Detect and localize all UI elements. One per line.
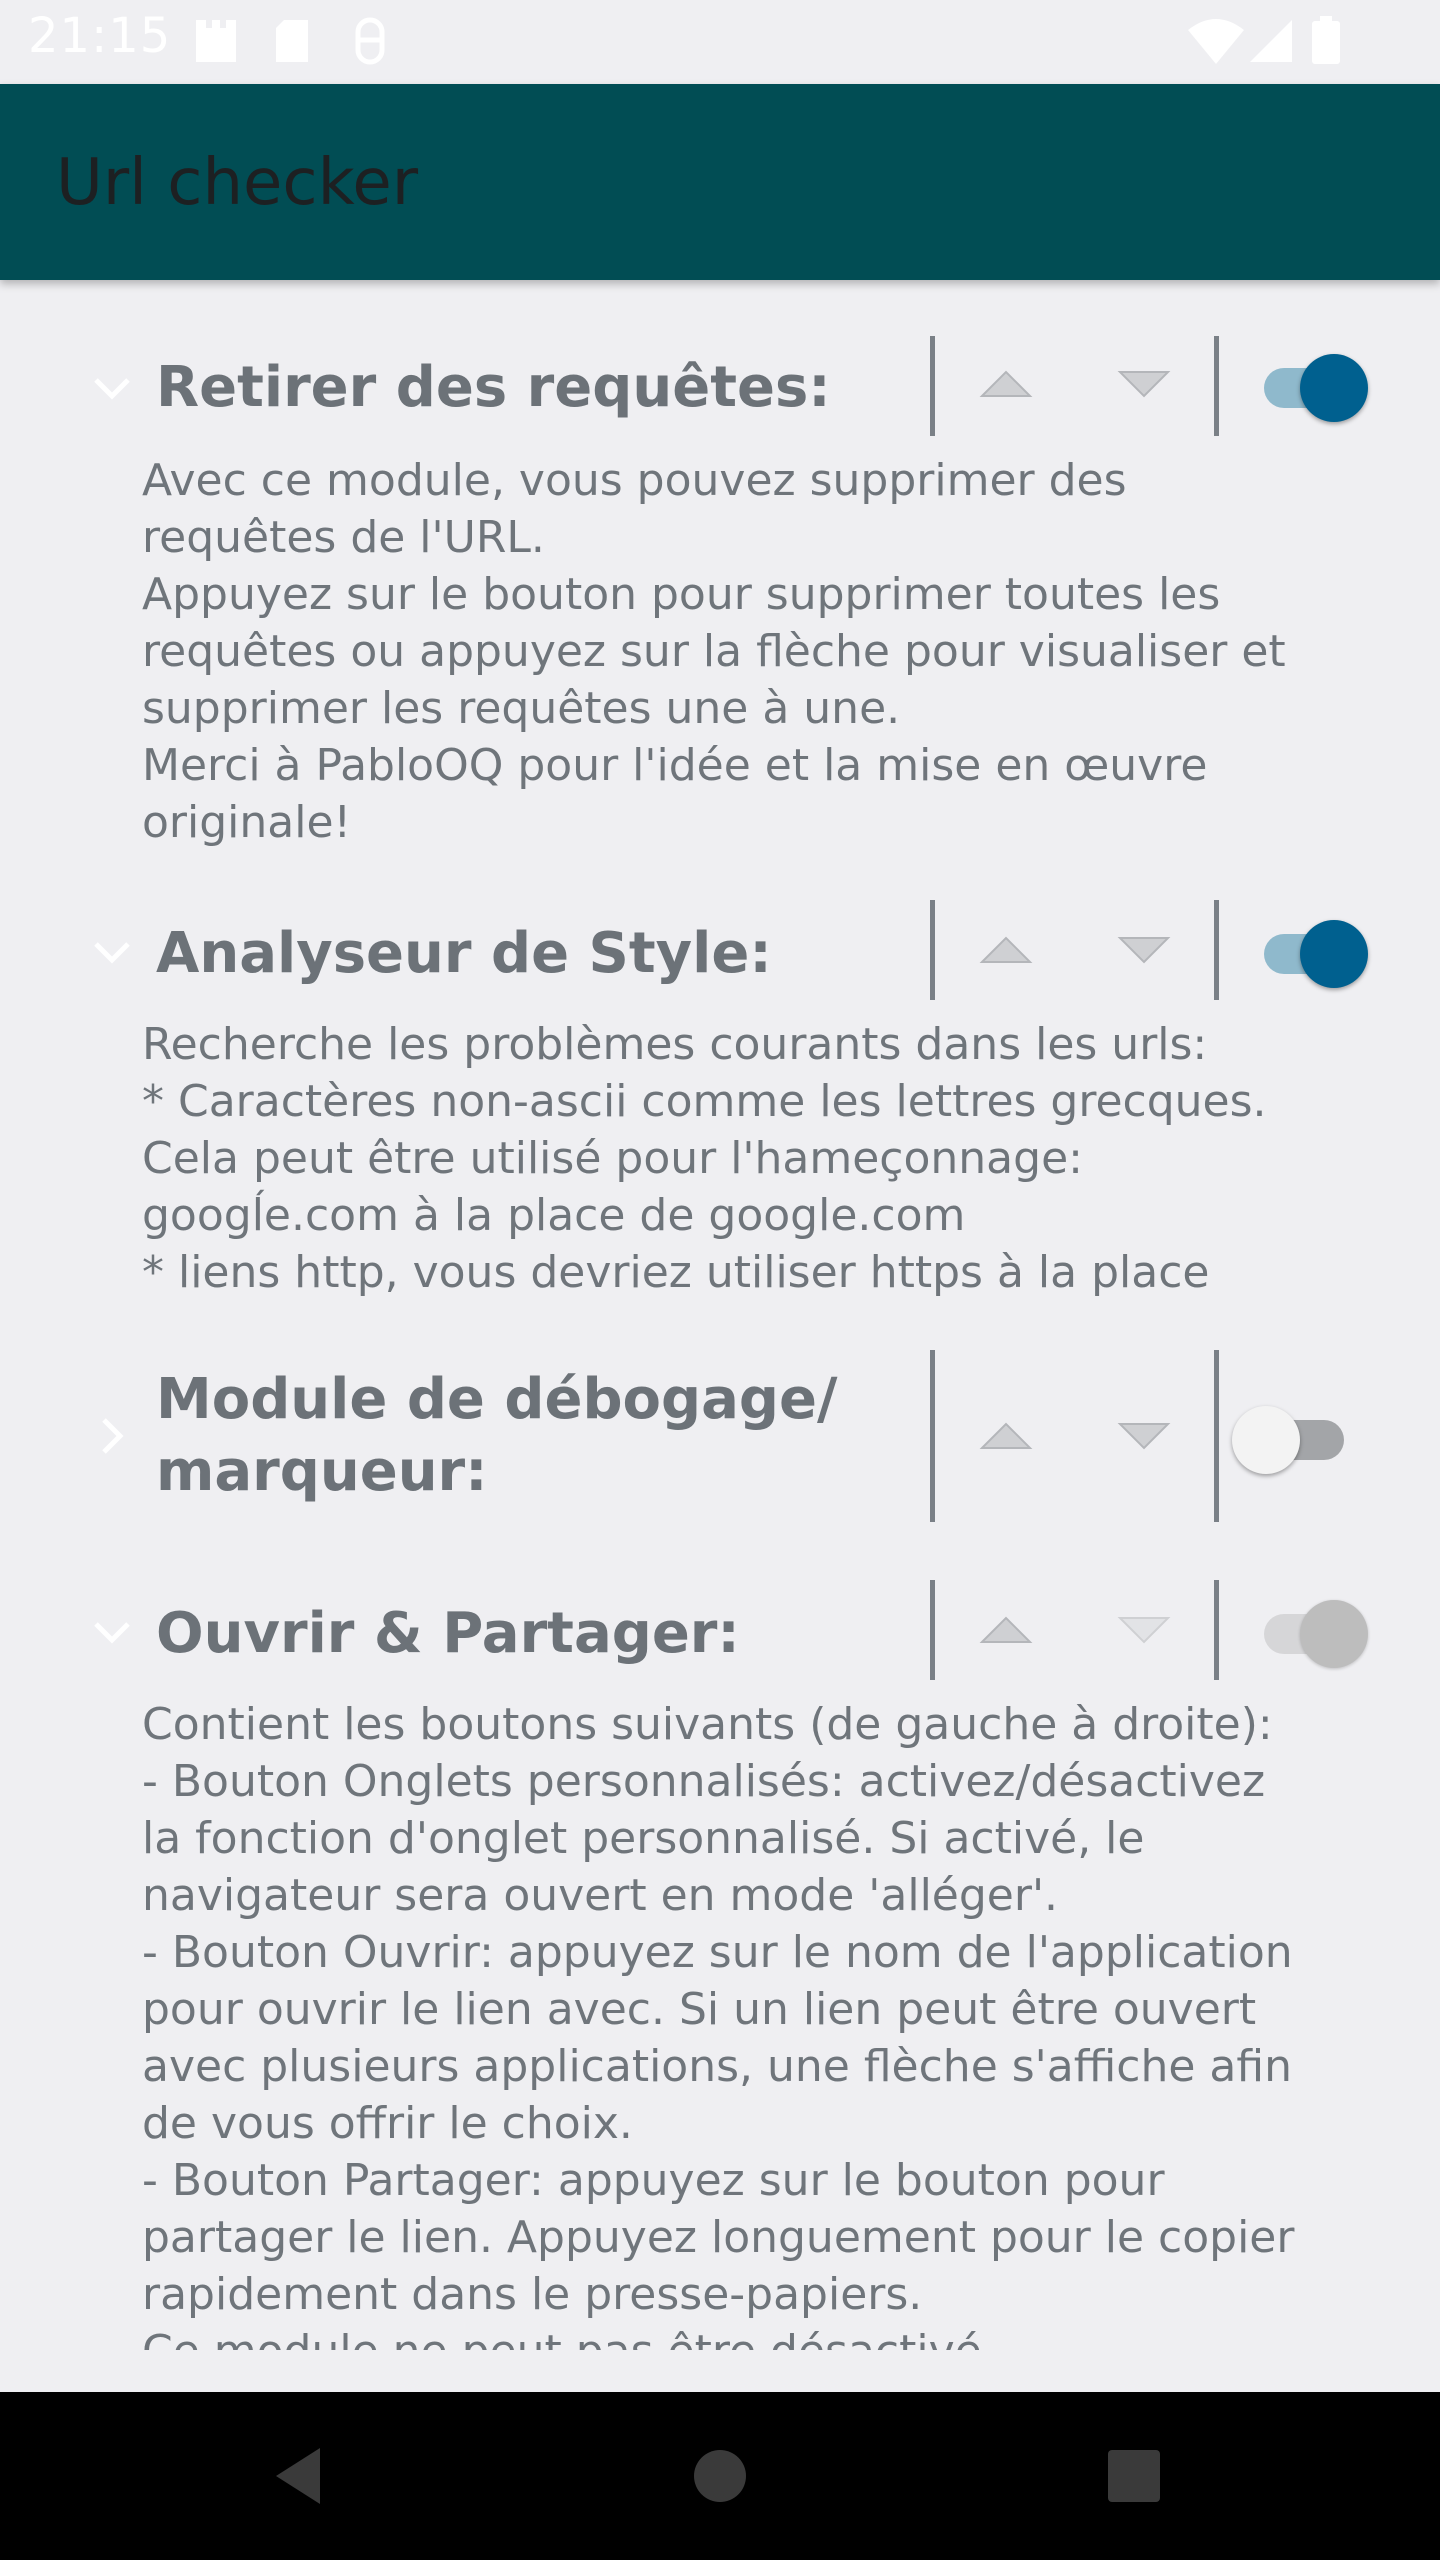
move-down-button[interactable] bbox=[1112, 926, 1176, 974]
status-bar: 21:15 bbox=[0, 0, 1440, 84]
module-toggle bbox=[1256, 1592, 1376, 1668]
navigation-bar bbox=[0, 2392, 1440, 2560]
move-up-button[interactable] bbox=[974, 926, 1038, 974]
module-description: Recherche les problèmes courants dans le… bbox=[142, 1019, 1267, 1298]
debug-icon bbox=[355, 17, 385, 65]
divider bbox=[930, 1580, 935, 1680]
chevron-down-icon[interactable] bbox=[88, 1608, 136, 1656]
module-toggle[interactable] bbox=[1228, 1398, 1348, 1474]
divider bbox=[930, 336, 935, 436]
module-title[interactable]: Analyseur de Style: bbox=[156, 918, 916, 990]
move-up-button[interactable] bbox=[974, 360, 1038, 408]
status-time: 21:15 bbox=[28, 8, 172, 64]
move-up-button[interactable] bbox=[974, 1606, 1038, 1654]
move-up-button[interactable] bbox=[974, 1412, 1038, 1460]
move-down-button[interactable] bbox=[1112, 1412, 1176, 1460]
divider bbox=[1214, 1350, 1219, 1522]
divider bbox=[1214, 336, 1219, 436]
divider bbox=[930, 1350, 935, 1522]
sd-card-icon bbox=[276, 20, 308, 62]
chevron-down-icon[interactable] bbox=[88, 928, 136, 976]
module-title[interactable]: Retirer des requêtes: bbox=[156, 352, 916, 424]
module-title[interactable]: Module de débogage/ marqueur: bbox=[156, 1364, 916, 1508]
home-icon[interactable] bbox=[678, 2434, 762, 2518]
module-title[interactable]: Ouvrir & Partager: bbox=[156, 1598, 916, 1670]
module-description: Avec ce module, vous pouvez supprimer de… bbox=[142, 455, 1286, 848]
module-toggle[interactable] bbox=[1256, 346, 1376, 422]
recents-icon[interactable] bbox=[1092, 2434, 1176, 2518]
chevron-down-icon[interactable] bbox=[88, 364, 136, 412]
signal-icon bbox=[1250, 20, 1292, 62]
module-description: Contient les boutons suivants (de gauche… bbox=[142, 1699, 1295, 2350]
modules-list[interactable]: Retirer des requêtes: Avec ce module, vo… bbox=[0, 280, 1440, 2350]
battery-icon bbox=[1312, 16, 1340, 64]
sd-card-icon bbox=[196, 20, 236, 62]
app-title: Url checker bbox=[56, 146, 419, 220]
app-bar: Url checker bbox=[0, 84, 1440, 280]
module-toggle[interactable] bbox=[1256, 912, 1376, 988]
divider bbox=[1214, 900, 1219, 1000]
wifi-icon bbox=[1188, 19, 1244, 64]
back-icon[interactable] bbox=[258, 2434, 342, 2518]
divider bbox=[1214, 1580, 1219, 1680]
move-down-button[interactable] bbox=[1112, 360, 1176, 408]
move-down-button bbox=[1117, 1617, 1171, 1644]
chevron-right-icon[interactable] bbox=[88, 1412, 136, 1460]
divider bbox=[930, 900, 935, 1000]
